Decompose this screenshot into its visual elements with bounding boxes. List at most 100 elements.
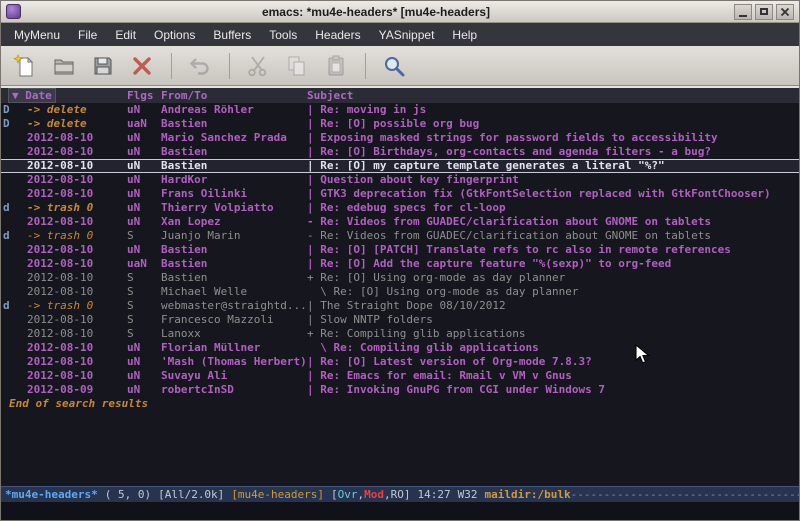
menu-tools[interactable]: Tools bbox=[260, 25, 306, 45]
row-date: 2012-08-10 bbox=[27, 271, 127, 285]
minimize-icon bbox=[739, 15, 747, 17]
row-subject: | Exposing masked strings for password f… bbox=[307, 131, 799, 145]
message-row[interactable]: 2012-08-10 uN Bastien | Re: [O] [PATCH] … bbox=[1, 243, 799, 257]
message-row[interactable]: 2012-08-10 uaN Bastien | Re: [O] Add the… bbox=[1, 257, 799, 271]
message-row[interactable]: 2012-08-10 S Bastien + Re: [O] Using org… bbox=[1, 271, 799, 285]
row-from: 'Mash (Thomas Herbert) bbox=[161, 355, 307, 369]
row-from: Bastien bbox=[161, 271, 307, 285]
toolbar-separator bbox=[171, 53, 172, 79]
menu-headers[interactable]: Headers bbox=[306, 25, 369, 45]
undo-button[interactable] bbox=[184, 50, 216, 82]
menu-buffers[interactable]: Buffers bbox=[204, 25, 260, 45]
message-row[interactable]: D -> delete uN Andreas Röhler | Re: movi… bbox=[1, 103, 799, 117]
row-mark bbox=[3, 341, 27, 355]
open-file-button[interactable] bbox=[48, 50, 80, 82]
row-date: 2012-08-10 bbox=[27, 215, 127, 229]
modeline-modified-indicator: Mod bbox=[364, 488, 384, 501]
cut-button[interactable] bbox=[242, 50, 274, 82]
message-row[interactable]: d -> trash 0 uN Thierry Volpiatto | Re: … bbox=[1, 201, 799, 215]
message-row[interactable]: 2012-08-10 uN Bastien | Re: [O] my captu… bbox=[1, 159, 799, 173]
row-date: -> delete bbox=[27, 117, 127, 131]
row-from: Frans Oilinki bbox=[161, 187, 307, 201]
minibuffer[interactable] bbox=[1, 502, 799, 520]
modeline-window-number: W32 bbox=[458, 487, 478, 502]
new-file-button[interactable] bbox=[9, 50, 41, 82]
copy-button[interactable] bbox=[281, 50, 313, 82]
row-date: 2012-08-10 bbox=[27, 257, 127, 271]
paste-button[interactable] bbox=[320, 50, 352, 82]
row-from: Juanjo Marin bbox=[161, 229, 307, 243]
row-from: HardKor bbox=[161, 173, 307, 187]
row-mark bbox=[3, 173, 27, 187]
message-row[interactable]: 2012-08-10 uN Xan Lopez - Re: Videos fro… bbox=[1, 215, 799, 229]
row-date: 2012-08-10 bbox=[27, 327, 127, 341]
row-flags: S bbox=[127, 285, 161, 299]
menu-help[interactable]: Help bbox=[443, 25, 486, 45]
row-subject: + Re: Compiling glib applications bbox=[307, 327, 799, 341]
message-row[interactable]: 2012-08-10 S Michael Welle \ Re: [O] Usi… bbox=[1, 285, 799, 299]
column-from[interactable]: From/To bbox=[161, 88, 307, 103]
maximize-button[interactable] bbox=[755, 4, 773, 20]
menu-mymenu[interactable]: MyMenu bbox=[5, 25, 69, 45]
message-row[interactable]: 2012-08-10 uN Mario Sanchez Prada | Expo… bbox=[1, 131, 799, 145]
row-flags: uN bbox=[127, 341, 161, 355]
menu-options[interactable]: Options bbox=[145, 25, 204, 45]
message-row[interactable]: 2012-08-09 uN robertcInSD | Re: Invoking… bbox=[1, 383, 799, 397]
menu-yasnippet[interactable]: YASnippet bbox=[370, 25, 444, 45]
row-mark: D bbox=[3, 117, 27, 131]
row-subject: - Re: Videos from GUADEC/clarification a… bbox=[307, 229, 799, 243]
row-from: robertcInSD bbox=[161, 383, 307, 397]
row-date: 2012-08-10 bbox=[27, 313, 127, 327]
new-file-icon bbox=[13, 54, 37, 78]
kill-buffer-button[interactable] bbox=[126, 50, 158, 82]
menu-file[interactable]: File bbox=[69, 25, 106, 45]
modeline-filler-dashes: ---------------------------------------- bbox=[571, 487, 799, 502]
message-row[interactable]: 2012-08-10 uN 'Mash (Thomas Herbert) | R… bbox=[1, 355, 799, 369]
row-flags: uN bbox=[127, 187, 161, 201]
search-icon bbox=[382, 54, 406, 78]
message-row[interactable]: 2012-08-10 uN HardKor | Question about k… bbox=[1, 173, 799, 187]
search-button[interactable] bbox=[378, 50, 410, 82]
maximize-icon bbox=[760, 8, 768, 15]
row-mark bbox=[3, 145, 27, 159]
row-flags: uN bbox=[127, 159, 161, 173]
row-subject: | Slow NNTP folders bbox=[307, 313, 799, 327]
row-mark bbox=[3, 313, 27, 327]
row-mark bbox=[3, 355, 27, 369]
row-from: Andreas Röhler bbox=[161, 103, 307, 117]
row-date: -> trash 0 bbox=[27, 229, 127, 243]
row-mark: D bbox=[3, 103, 27, 117]
column-flags[interactable]: Flgs bbox=[127, 88, 161, 103]
row-mark bbox=[3, 159, 27, 173]
row-date: 2012-08-10 bbox=[27, 341, 127, 355]
row-flags: S bbox=[127, 313, 161, 327]
message-row[interactable]: D -> delete uaN Bastien | Re: [O] possib… bbox=[1, 117, 799, 131]
minimize-button[interactable] bbox=[734, 4, 752, 20]
column-subject[interactable]: Subject bbox=[307, 88, 799, 103]
modeline-maildir: maildir:/bulk bbox=[485, 487, 571, 502]
message-row[interactable]: 2012-08-10 uN Bastien | Re: [O] Birthday… bbox=[1, 145, 799, 159]
row-mark bbox=[3, 271, 27, 285]
row-flags: S bbox=[127, 327, 161, 341]
titlebar: emacs: *mu4e-headers* [mu4e-headers] bbox=[1, 1, 799, 23]
column-date[interactable]: ▼ Date bbox=[3, 88, 127, 103]
menu-edit[interactable]: Edit bbox=[106, 25, 145, 45]
row-date: 2012-08-10 bbox=[27, 187, 127, 201]
row-flags: S bbox=[127, 229, 161, 243]
row-from: Xan Lopez bbox=[161, 215, 307, 229]
row-subject: | GTK3 deprecation fix (GtkFontSelection… bbox=[307, 187, 799, 201]
paste-clipboard-icon bbox=[324, 54, 348, 78]
row-flags: S bbox=[127, 271, 161, 285]
message-row[interactable]: 2012-08-10 S Francesco Mazzoli | Slow NN… bbox=[1, 313, 799, 327]
mu4e-headers-buffer: ▼ Date Flgs From/To Subject D -> delete … bbox=[1, 86, 799, 486]
message-row[interactable]: 2012-08-10 uN Suvayu Ali | Re: Emacs for… bbox=[1, 369, 799, 383]
save-buffer-button[interactable] bbox=[87, 50, 119, 82]
close-button[interactable] bbox=[776, 4, 794, 20]
message-row[interactable]: 2012-08-10 uN Florian Müllner \ Re: Comp… bbox=[1, 341, 799, 355]
message-row[interactable]: d -> trash 0 S webmaster@straightd... | … bbox=[1, 299, 799, 313]
message-row[interactable]: 2012-08-10 uN Frans Oilinki | GTK3 depre… bbox=[1, 187, 799, 201]
message-row[interactable]: 2012-08-10 S Lanoxx + Re: Compiling glib… bbox=[1, 327, 799, 341]
copy-icon bbox=[285, 54, 309, 78]
undo-icon bbox=[188, 54, 212, 78]
message-row[interactable]: d -> trash 0 S Juanjo Marin - Re: Videos… bbox=[1, 229, 799, 243]
